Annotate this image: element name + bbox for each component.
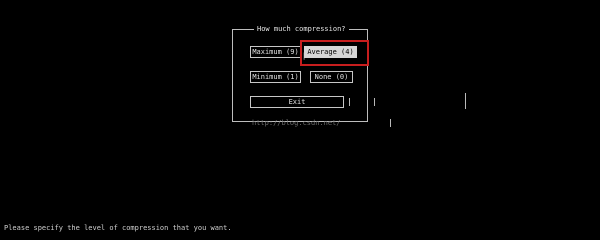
right-tick-mark	[349, 98, 350, 106]
none-button[interactable]: None (0)	[310, 71, 353, 83]
right-tick-mark	[374, 98, 375, 106]
right-tick-mark	[390, 119, 391, 127]
cursor-marker-icon: |	[302, 52, 307, 60]
status-line: Please specify the level of compression …	[4, 224, 232, 232]
selection-highlight-box	[300, 40, 369, 66]
maximum-button[interactable]: Maximum (9)	[250, 46, 301, 58]
minimum-button[interactable]: Minimum (1)	[250, 71, 301, 83]
dialog-title: How much compression?	[254, 25, 349, 33]
watermark: http://blog.csdn.net/	[252, 119, 341, 127]
right-tick-mark	[465, 93, 466, 109]
exit-button[interactable]: Exit	[250, 96, 344, 108]
